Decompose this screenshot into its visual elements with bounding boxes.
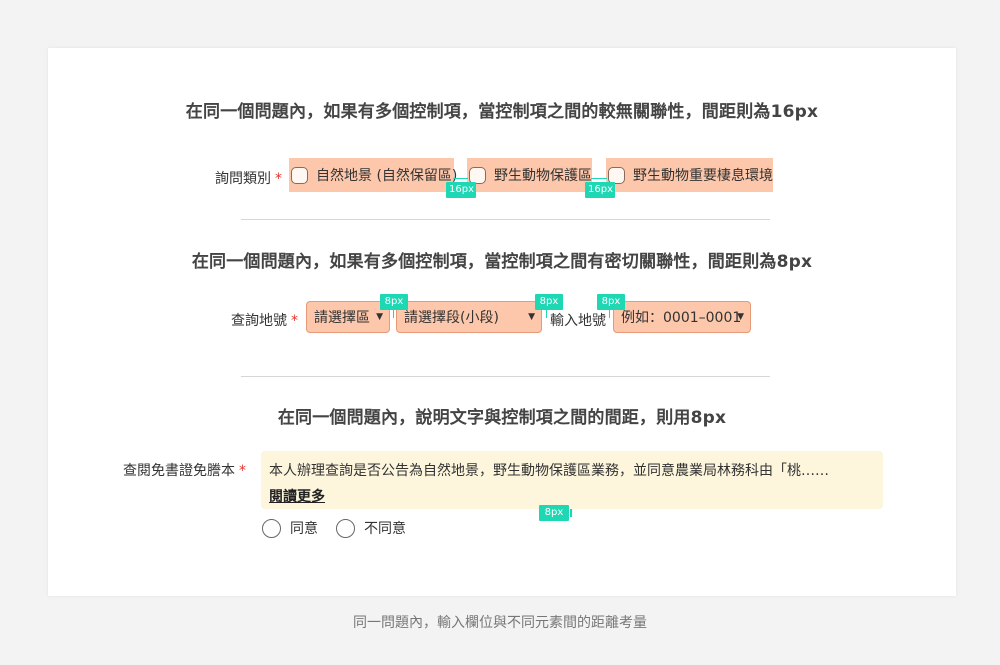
required-mark: * xyxy=(239,463,246,479)
radio-agree[interactable]: 同意 xyxy=(262,518,318,538)
caret-down-icon: ▼ xyxy=(376,312,383,322)
text-cursor-icon: I xyxy=(569,507,574,520)
required-mark: * xyxy=(275,171,282,187)
section-divider xyxy=(241,219,770,220)
consent-notice: 本人辦理查詢是否公告為自然地景，野生動物保護區業務，並同意農業局林務科由「桃……… xyxy=(261,451,883,509)
lot-number-select[interactable]: 例如：0001–0001 ▼ xyxy=(613,301,751,333)
spacing-indicator-line xyxy=(609,310,610,318)
spacing-indicator-line xyxy=(453,178,468,179)
spacing-indicator-line xyxy=(591,178,607,179)
spacing-tag: 8px xyxy=(535,294,563,310)
checkbox-natural-landscape[interactable]: 自然地景 (自然保留區) xyxy=(289,158,458,192)
figure-caption: 同一問題內，輸入欄位與不同元素間的距離考量 xyxy=(353,615,647,631)
radio-agree-label: 同意 xyxy=(290,521,318,537)
radio-disagree-label: 不同意 xyxy=(364,521,406,537)
checkbox-square-icon[interactable] xyxy=(469,166,486,184)
lot-number-placeholder: 例如：0001–0001 xyxy=(621,310,742,326)
section2-title: 在同一個問題內，如果有多個控制項，當控制項之間有密切關聯性，間距則為8px xyxy=(191,252,813,272)
caret-down-icon: ▼ xyxy=(528,312,535,322)
consent-label-text: 查閱免書證免謄本 xyxy=(123,463,235,479)
district-select[interactable]: 請選擇區 ▼ xyxy=(306,301,390,333)
section-select-value: 請選擇段(小段) xyxy=(404,310,499,326)
checkbox-square-icon[interactable] xyxy=(291,166,308,184)
inquiry-category-label-text: 詢問類別 xyxy=(215,171,271,187)
content-card: 在同一個問題內，如果有多個控制項，當控制項之間的較無關聯性，間距則為16px 詢… xyxy=(48,48,956,596)
checkbox-wildlife-habitat[interactable]: 野生動物重要棲息環境 xyxy=(606,158,773,192)
spacing-indicator-line xyxy=(393,310,394,318)
spacing-tag: 16px xyxy=(585,182,615,198)
section-divider xyxy=(241,376,770,377)
required-mark: * xyxy=(291,313,298,329)
radio-circle-icon[interactable] xyxy=(336,518,355,538)
inquiry-category-label: 詢問類別 * xyxy=(215,168,282,188)
section3-title: 在同一個問題內，說明文字與控制項之間的間距，則用8px xyxy=(277,408,727,428)
checkbox-label: 野生動物保護區 xyxy=(494,168,592,184)
lot-lookup-label-text: 查詢地號 xyxy=(231,313,287,329)
lot-input-label: 輸入地號 xyxy=(550,313,606,329)
spacing-tag: 8px xyxy=(380,294,408,310)
caret-down-icon: ▼ xyxy=(737,312,744,322)
section1-title: 在同一個問題內，如果有多個控制項，當控制項之間的較無關聯性，間距則為16px xyxy=(185,102,819,122)
radio-disagree[interactable]: 不同意 xyxy=(336,518,406,538)
spacing-tag: 8px xyxy=(597,294,625,310)
checkbox-label: 野生動物重要棲息環境 xyxy=(633,168,773,184)
spacing-tag: 16px xyxy=(446,182,476,198)
consent-label: 查閱免書證免謄本 * xyxy=(123,460,246,480)
section-select[interactable]: 請選擇段(小段) ▼ xyxy=(396,301,542,333)
spacing-indicator-line xyxy=(546,310,547,318)
spacing-tag: 8px xyxy=(539,505,569,521)
checkbox-label: 自然地景 (自然保留區) xyxy=(316,168,458,184)
lot-lookup-label: 查詢地號 * xyxy=(231,310,298,330)
checkbox-wildlife-reserve[interactable]: 野生動物保護區 xyxy=(467,158,592,192)
radio-circle-icon[interactable] xyxy=(262,518,281,538)
notice-text: 本人辦理查詢是否公告為自然地景，野生動物保護區業務，並同意農業局林務科由「桃…… xyxy=(269,463,829,479)
read-more-link[interactable]: 閱讀更多 xyxy=(269,486,325,506)
checkbox-square-icon[interactable] xyxy=(608,166,625,184)
district-select-value: 請選擇區 xyxy=(314,310,370,326)
